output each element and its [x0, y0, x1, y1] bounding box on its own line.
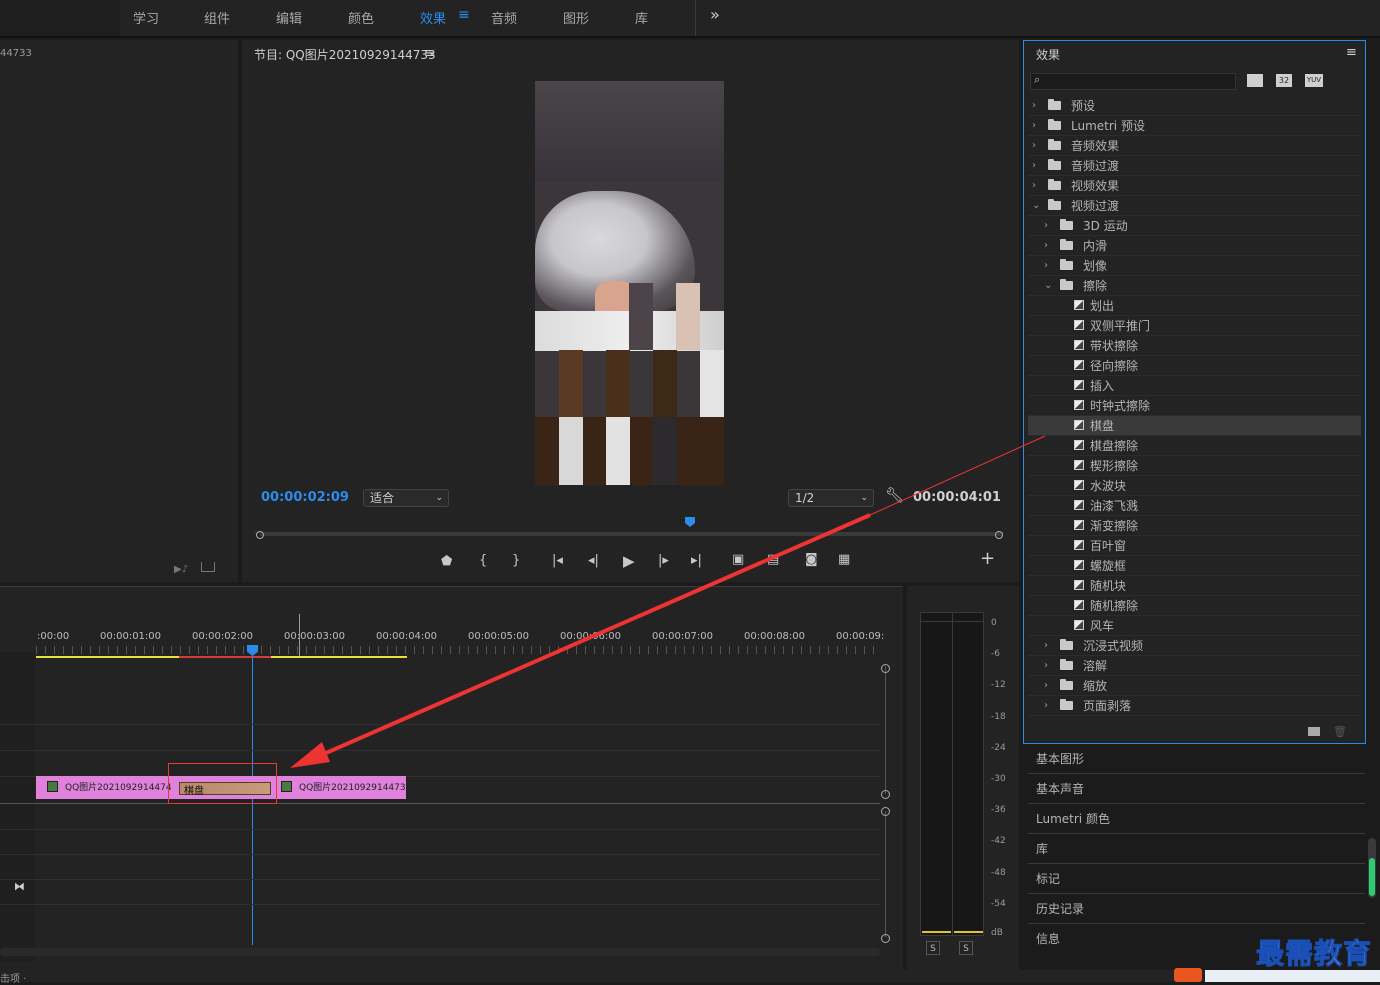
annotation-arrow	[290, 435, 1046, 768]
arrow-thick-line	[309, 513, 871, 762]
arrow-head	[290, 742, 330, 768]
arrow-thin-line	[869, 435, 1046, 516]
